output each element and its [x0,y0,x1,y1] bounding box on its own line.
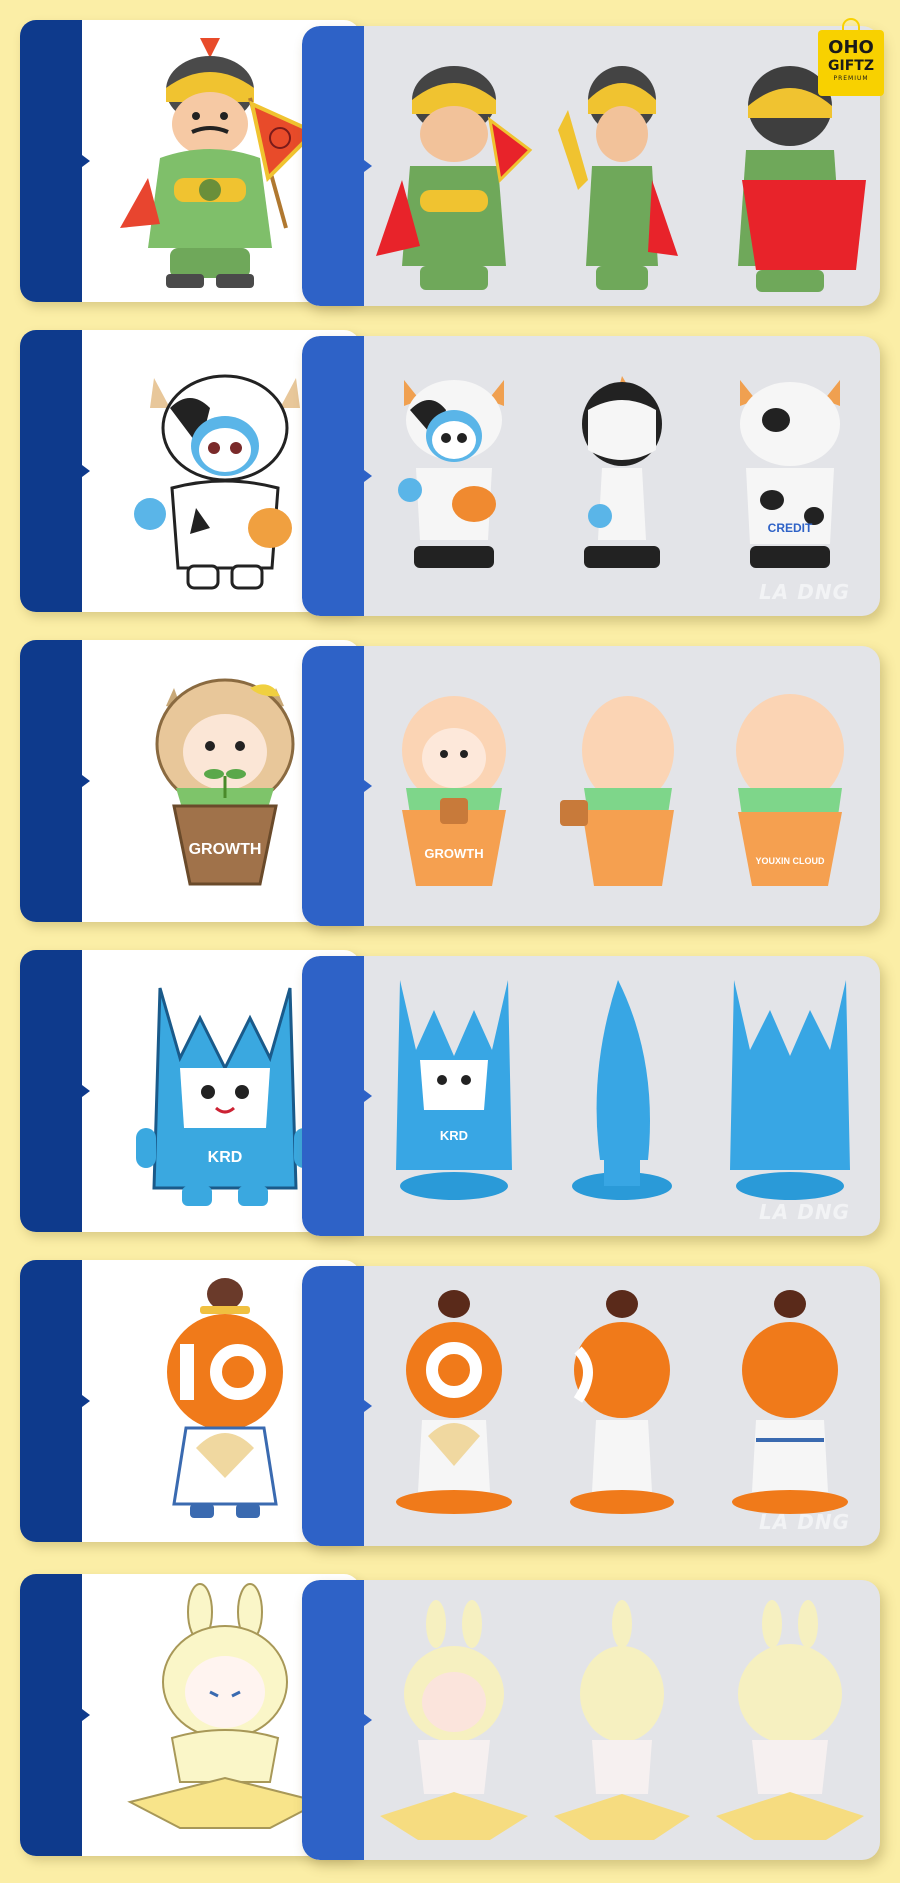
arrow-icon [82,1085,90,1097]
photo-card: LA DNG [302,1266,880,1546]
arrow-icon [82,465,90,477]
figure-photos [370,1584,874,1856]
showcase-row-4: KRD KRD LA DNG [0,948,900,1238]
card-accent-strip [302,956,364,1236]
photo-card: CREDIT LA DNG [302,336,880,616]
photo-card [302,26,880,306]
card-accent-strip [20,950,82,1232]
arrow-icon [82,1709,90,1721]
card-accent-strip [20,640,82,922]
showcase-row-6 [0,1572,900,1862]
figure-back [730,980,850,1200]
figure-back: YOUXIN CLOUD [736,694,844,886]
figure-label: CREDIT [768,521,813,535]
figure-side [558,66,678,290]
photo-card: KRD LA DNG [302,956,880,1236]
card-accent-strip [302,646,364,926]
figure-side [554,1600,690,1840]
showcase-row-2: CREDIT LA DNG [0,328,900,618]
figure-photos [370,1270,874,1542]
card-accent-strip [302,336,364,616]
figure-back [732,1290,848,1514]
watermark: LA DNG [759,1200,850,1224]
showcase-row-5: LA DNG [0,1258,900,1548]
figure-photos [370,30,874,302]
figure-photos: GROWTH YOUXIN CLOUD [370,650,874,922]
figure-side [572,980,672,1200]
card-accent-strip [302,26,364,306]
figure-front [380,1600,528,1840]
figure-back [716,1600,864,1840]
card-accent-strip [20,330,82,612]
card-accent-strip [302,1266,364,1546]
figure-front [376,66,533,290]
figure-side [582,376,662,568]
figure-back: CREDIT [740,380,840,568]
figure-front: KRD [396,980,512,1200]
watermark: LA DNG [759,1510,850,1534]
figure-label: GROWTH [424,846,483,861]
figure-front [396,1290,512,1514]
gift-bow-icon [842,18,860,32]
photo-card [302,1580,880,1860]
brand-line-2: GIFTZ [828,58,874,74]
figure-front: GROWTH [402,696,506,886]
card-accent-strip [20,1260,82,1542]
arrow-icon [82,1395,90,1407]
card-accent-strip [302,1580,364,1860]
photo-card: GROWTH YOUXIN CLOUD [302,646,880,926]
figure-photos: CREDIT [370,340,874,612]
arrow-icon [82,155,90,167]
figure-label: YOUXIN CLOUD [755,856,825,866]
sketch-label: KRD [208,1149,243,1166]
showcase-row-1 [0,18,900,308]
card-accent-strip [20,1574,82,1856]
brand-line-3: PREMIUM [833,75,869,82]
watermark: LA DNG [759,580,850,604]
brand-line-1: OHO [828,37,874,58]
sketch-label: GROWTH [189,841,262,858]
card-accent-strip [20,20,82,302]
figure-side [560,696,674,886]
figure-label: KRD [440,1128,468,1143]
figure-front [398,380,504,568]
showcase-row-3: GROWTH GROWTH YOUXIN CLOUD [0,638,900,928]
brand-logo: OHO GIFTZ PREMIUM [818,30,884,96]
arrow-icon [82,775,90,787]
figure-side [570,1290,674,1514]
figure-photos: KRD [370,960,874,1232]
